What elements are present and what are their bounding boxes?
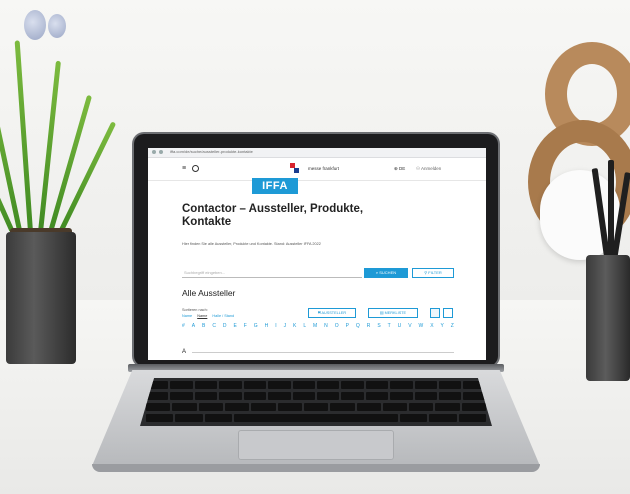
alphabet-letter[interactable]: X: [430, 323, 433, 329]
search-icon[interactable]: [192, 165, 199, 172]
alphabet-letter[interactable]: I: [275, 323, 276, 329]
page-subtitle: Hier finden Sie alle Aussteller, Produkt…: [182, 242, 321, 246]
keyboard: [140, 378, 492, 426]
pot-right: [586, 255, 630, 381]
alphabet-letter[interactable]: N: [324, 323, 328, 329]
sort-option-active[interactable]: Name: [197, 314, 207, 318]
list-heading: Alle Aussteller: [182, 288, 236, 298]
brand-name[interactable]: messe frankfurt: [308, 166, 339, 171]
alphabet-letter[interactable]: M: [313, 323, 317, 329]
watchlist-button[interactable]: ▤ MERKLISTE: [368, 308, 418, 318]
alphabet-letter[interactable]: L: [303, 323, 306, 329]
filter-button[interactable]: ⚲ FILTER: [412, 268, 454, 278]
alphabet-letter[interactable]: S: [377, 323, 380, 329]
exhibitor-map-button[interactable]: ⛿ AUSSTELLER: [308, 308, 356, 318]
section-letter: A: [182, 349, 187, 355]
address-url[interactable]: iffa.com/de/suche/aussteller-produkte-ko…: [170, 149, 253, 154]
search-input[interactable]: Suchbegriff eingeben...: [182, 268, 362, 278]
alphabet-letter[interactable]: O: [335, 323, 339, 329]
alphabet-letter[interactable]: J: [284, 323, 287, 329]
alphabet-letter[interactable]: Z: [451, 323, 454, 329]
alphabet-filter: # A B C D E F G H I J K L M N O P Q R S T U V W X Y Z: [182, 323, 454, 329]
back-icon[interactable]: [152, 150, 156, 154]
trackpad: [238, 430, 394, 460]
alphabet-letter[interactable]: T: [388, 323, 391, 329]
alphabet-letter[interactable]: Y: [440, 323, 443, 329]
login-link[interactable]: ⚇ Anmelden: [416, 166, 441, 172]
alphabet-letter[interactable]: E: [233, 323, 236, 329]
alphabet-letter[interactable]: A: [192, 323, 195, 329]
sort-option[interactable]: Name: [182, 314, 192, 318]
iffa-logo[interactable]: IFFA: [252, 178, 298, 194]
lock-icon: [159, 150, 163, 154]
hamburger-icon[interactable]: ≡: [182, 165, 186, 172]
page-title: Contactor – Aussteller, Produkte, Kontak…: [182, 203, 364, 228]
alphabet-letter[interactable]: V: [408, 323, 411, 329]
pot-left: [6, 232, 76, 364]
alphabet-letter[interactable]: F: [244, 323, 247, 329]
sort-label: Sortieren nach:: [182, 308, 208, 312]
list-view-icon[interactable]: [443, 308, 453, 318]
alphabet-letter[interactable]: Q: [356, 323, 360, 329]
laptop-screen: iffa.com/de/suche/aussteller-produkte-ko…: [148, 148, 486, 360]
alphabet-letter[interactable]: B: [202, 323, 205, 329]
sort-options: Name Name Halle / Stand: [182, 314, 238, 318]
alphabet-letter[interactable]: G: [254, 323, 258, 329]
alphabet-letter[interactable]: W: [419, 323, 424, 329]
section-divider: [192, 352, 454, 353]
messe-frankfurt-logo[interactable]: [290, 163, 299, 173]
sort-option[interactable]: Halle / Stand: [212, 314, 234, 318]
alphabet-letter[interactable]: C: [212, 323, 216, 329]
alphabet-letter[interactable]: H: [265, 323, 269, 329]
language-switch[interactable]: ⊕ DE: [394, 166, 405, 172]
alphabet-letter[interactable]: #: [182, 323, 185, 329]
alphabet-letter[interactable]: P: [346, 323, 349, 329]
browser-address-bar[interactable]: iffa.com/de/suche/aussteller-produkte-ko…: [148, 148, 486, 158]
alphabet-letter[interactable]: D: [223, 323, 227, 329]
top-nav: ≡ messe frankfurt ⊕ DE ⚇ Anmelden: [148, 158, 486, 181]
search-button[interactable]: ⌕ SUCHEN: [364, 268, 408, 278]
grid-view-icon[interactable]: [430, 308, 440, 318]
alphabet-letter[interactable]: R: [367, 323, 371, 329]
alphabet-letter[interactable]: K: [293, 323, 296, 329]
alphabet-letter[interactable]: U: [398, 323, 402, 329]
